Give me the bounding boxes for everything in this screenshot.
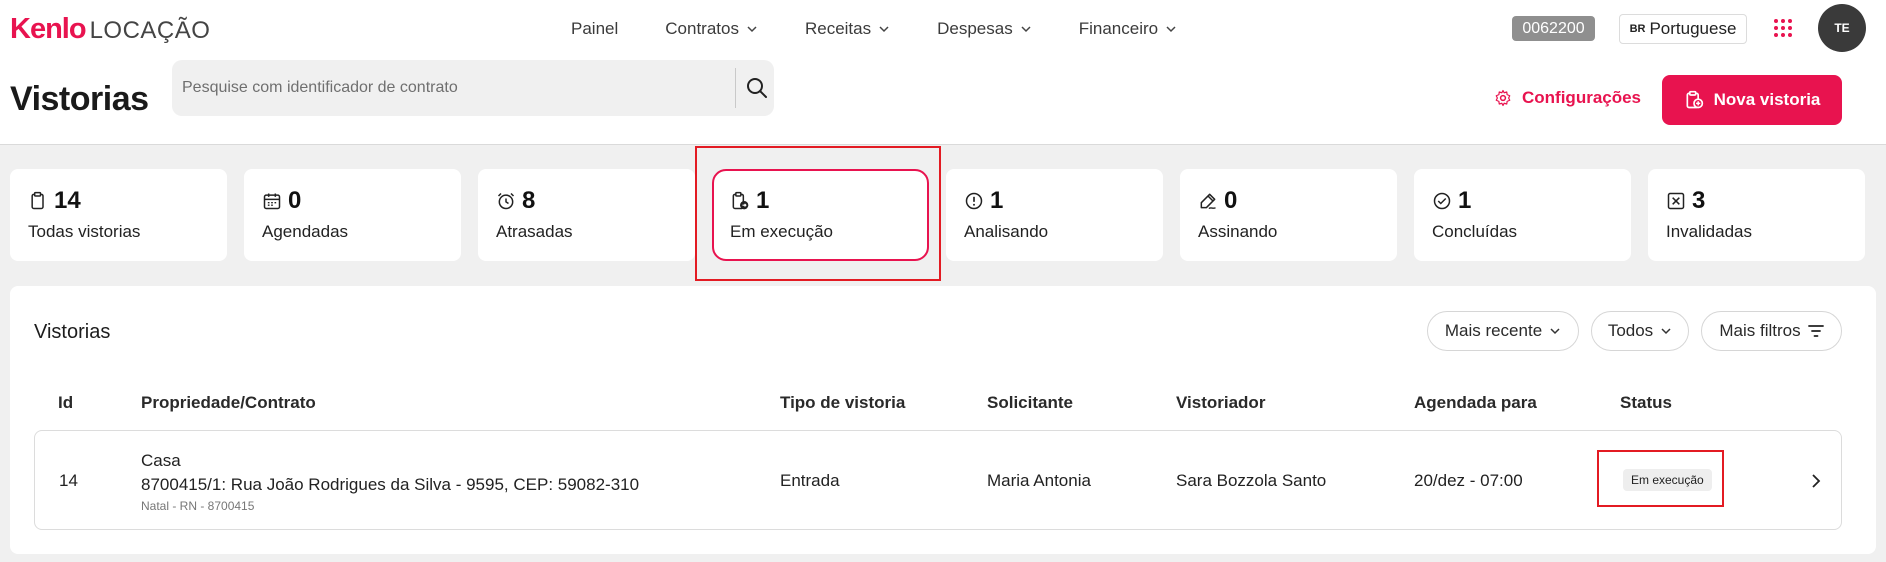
card-label: Agendadas	[262, 222, 349, 241]
card-count: 8	[522, 187, 536, 214]
status-card-todas[interactable]: 14 Todas vistorias	[10, 169, 227, 261]
nav-label: Contratos	[665, 19, 739, 38]
alert-circle-icon	[965, 192, 983, 210]
nav-financeiro[interactable]: Financeiro	[1079, 18, 1177, 40]
card-label: Concluídas	[1432, 222, 1518, 241]
status-card-assinando[interactable]: 0 Assinando	[1180, 169, 1397, 261]
calendar-icon	[263, 193, 281, 210]
new-inspection-button[interactable]: Nova vistoria	[1662, 75, 1842, 125]
clipboard-progress-icon	[732, 191, 749, 210]
settings-link[interactable]: Configurações	[1494, 88, 1641, 108]
column-header-requester: Solicitante	[987, 393, 1073, 412]
settings-label: Configurações	[1522, 88, 1642, 107]
grid-dots-icon[interactable]	[1774, 19, 1792, 37]
nav-receitas[interactable]: Receitas	[805, 18, 890, 40]
language-selector[interactable]: BR Portuguese	[1619, 14, 1747, 44]
row-property-address: 8700415/1: Rua João Rodrigues da Silva -…	[141, 475, 640, 494]
chevron-down-icon	[747, 26, 757, 33]
avatar[interactable]: TE	[1818, 4, 1866, 52]
search-input[interactable]	[182, 60, 742, 116]
row-property-title: Casa	[141, 451, 181, 470]
column-header-id: Id	[58, 393, 74, 412]
table-row[interactable]: 14 Casa 8700415/1: Rua João Rodrigues da…	[34, 430, 1842, 530]
chevron-down-icon	[1661, 328, 1671, 335]
sort-label: Mais recente	[1444, 321, 1543, 340]
nav-label: Painel	[571, 19, 619, 38]
status-card-concluidas[interactable]: 1 Concluídas	[1414, 169, 1631, 261]
kenlo-logo[interactable]: Kenlo LOCAÇÃO	[10, 13, 211, 45]
card-label: Assinando	[1198, 222, 1278, 241]
filter-lines-icon	[1807, 325, 1824, 337]
column-header-status: Status	[1620, 393, 1672, 412]
row-type: Entrada	[780, 471, 840, 490]
type-label: Todos	[1607, 321, 1654, 340]
column-header-property: Propriedade/Contrato	[141, 393, 316, 412]
new-inspection-label: Nova vistoria	[1713, 90, 1821, 109]
card-label: Invalidadas	[1666, 222, 1753, 241]
row-inspector: Sara Bozzola Santo	[1176, 471, 1327, 490]
card-count: 1	[990, 187, 1004, 214]
row-property-city: Natal - RN - 8700415	[141, 499, 255, 513]
status-card-agendadas[interactable]: 0 Agendadas	[244, 169, 461, 261]
chevron-right-icon[interactable]	[1808, 472, 1824, 490]
account-code-badge: 0062200	[1512, 16, 1595, 41]
check-circle-icon	[1433, 192, 1451, 210]
signature-pen-icon	[1200, 193, 1216, 210]
page-title: Vistorias	[10, 80, 149, 118]
clipboard-icon	[31, 191, 44, 210]
chevron-down-icon	[879, 26, 889, 33]
logo-brand: Kenlo	[10, 13, 87, 45]
clipboard-add-icon	[1686, 90, 1703, 109]
status-card-atrasadas[interactable]: 8 Atrasadas	[478, 169, 695, 261]
alarm-clock-icon	[497, 192, 515, 210]
column-header-type: Tipo de vistoria	[780, 393, 906, 412]
chevron-down-icon	[1166, 26, 1176, 33]
nav-label: Financeiro	[1078, 19, 1159, 38]
card-count: 0	[1224, 187, 1238, 214]
country-code: BR	[1629, 23, 1646, 35]
nav-despesas[interactable]: Despesas	[937, 18, 1032, 40]
card-label: Em execução	[730, 222, 833, 241]
card-count: 14	[54, 187, 81, 214]
nav-contratos[interactable]: Contratos	[665, 18, 758, 40]
more-filters-label: Mais filtros	[1719, 321, 1801, 340]
panel-title: Vistorias	[34, 321, 111, 343]
main-nav: Painel Contratos Receitas Despesas Finan…	[571, 18, 1177, 40]
gear-icon	[1495, 89, 1511, 107]
inspections-panel: Vistorias Mais recente Todos Mais filtro…	[10, 286, 1876, 554]
card-count: 0	[288, 187, 302, 214]
search-icon[interactable]	[745, 76, 769, 100]
card-label: Todas vistorias	[28, 222, 141, 241]
chevron-down-icon	[1550, 328, 1560, 335]
type-dropdown[interactable]: Todos	[1591, 311, 1689, 351]
more-filters-button[interactable]: Mais filtros	[1701, 311, 1842, 351]
status-badge: Em execução	[1623, 469, 1712, 491]
card-count: 1	[756, 187, 770, 214]
column-header-scheduled: Agendada para	[1414, 393, 1537, 412]
row-scheduled: 20/dez - 07:00	[1414, 471, 1523, 490]
status-card-em-execucao[interactable]: 1 Em execução	[712, 169, 929, 261]
card-label: Atrasadas	[496, 222, 573, 241]
logo-suffix: LOCAÇÃO	[89, 17, 211, 44]
row-requester: Maria Antonia	[987, 471, 1091, 490]
status-card-analisando[interactable]: 1 Analisando	[946, 169, 1163, 261]
card-count: 3	[1692, 187, 1706, 214]
search-bar	[172, 60, 774, 116]
column-header-inspector: Vistoriador	[1176, 393, 1266, 412]
row-id: 14	[59, 471, 78, 490]
card-count: 1	[1458, 187, 1472, 214]
top-bar: Kenlo LOCAÇÃO Painel Contratos Receitas …	[0, 0, 1886, 145]
nav-painel[interactable]: Painel	[571, 18, 618, 40]
sort-dropdown[interactable]: Mais recente	[1427, 311, 1579, 351]
chevron-down-icon	[1021, 26, 1031, 33]
language-label: Portuguese	[1649, 19, 1737, 38]
nav-label: Receitas	[804, 19, 872, 38]
status-card-invalidadas[interactable]: 3 Invalidadas	[1648, 169, 1865, 261]
nav-label: Despesas	[937, 19, 1013, 38]
x-square-icon	[1667, 192, 1685, 210]
card-label: Analisando	[964, 222, 1049, 241]
search-divider	[735, 68, 736, 108]
